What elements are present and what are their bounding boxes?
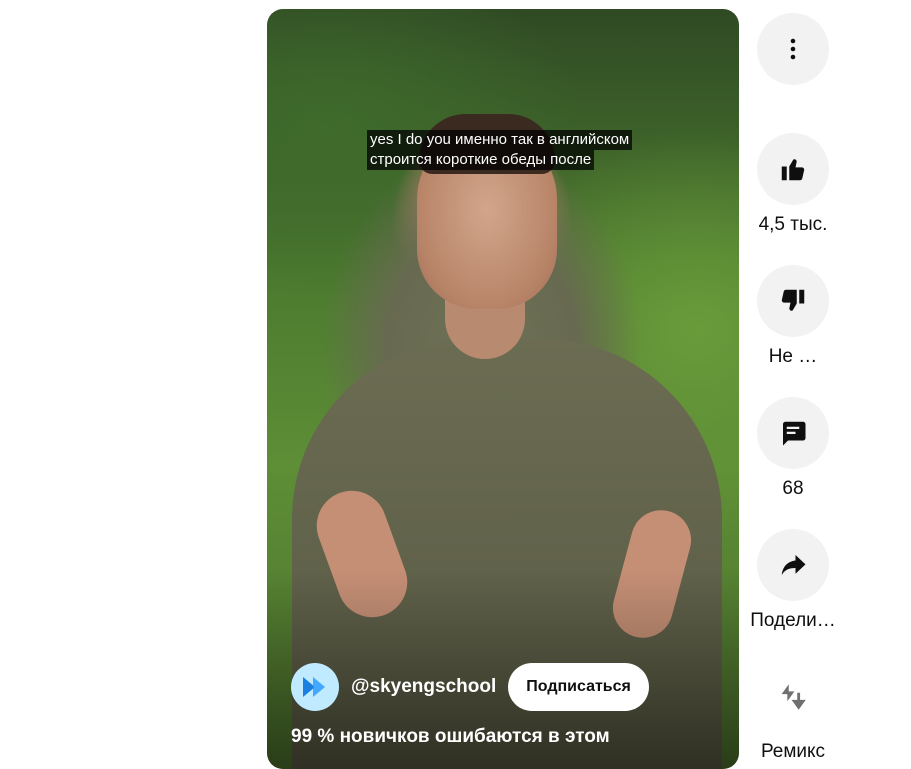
thumb-up-icon [781,159,805,181]
caption-line: yes I do you именно так в английском [367,130,633,150]
like-count: 4,5 тыс. [758,214,828,235]
more-vertical-icon [790,38,796,60]
share-icon [781,555,806,575]
remix-label: Ремикс [760,741,826,762]
share-label: Подели… [750,610,836,631]
dislike-label: Не … [768,346,818,367]
more-options-button[interactable] [757,13,829,85]
remix-button[interactable] [757,661,829,733]
video-captions: yes I do you именно так в английском стр… [367,130,633,170]
shorts-video-player[interactable]: yes I do you именно так в английском стр… [267,9,739,769]
channel-avatar[interactable] [291,663,339,711]
thumb-down-icon [781,289,805,311]
video-title[interactable]: 99 % новичков ошибаются в этом [291,726,610,748]
comments-count: 68 [782,478,804,499]
caption-line: строится короткие обеды после [367,150,595,170]
dislike-button[interactable] [757,265,829,337]
share-button[interactable] [757,529,829,601]
channel-logo-icon [303,677,325,697]
subscribe-button[interactable]: Подписаться [508,663,649,711]
remix-icon [781,684,806,710]
comments-button[interactable] [757,397,829,469]
channel-info: @skyengschool Подписаться [291,663,649,711]
channel-handle-link[interactable]: @skyengschool [351,676,496,698]
like-button[interactable] [757,133,829,205]
comment-icon [783,421,806,446]
